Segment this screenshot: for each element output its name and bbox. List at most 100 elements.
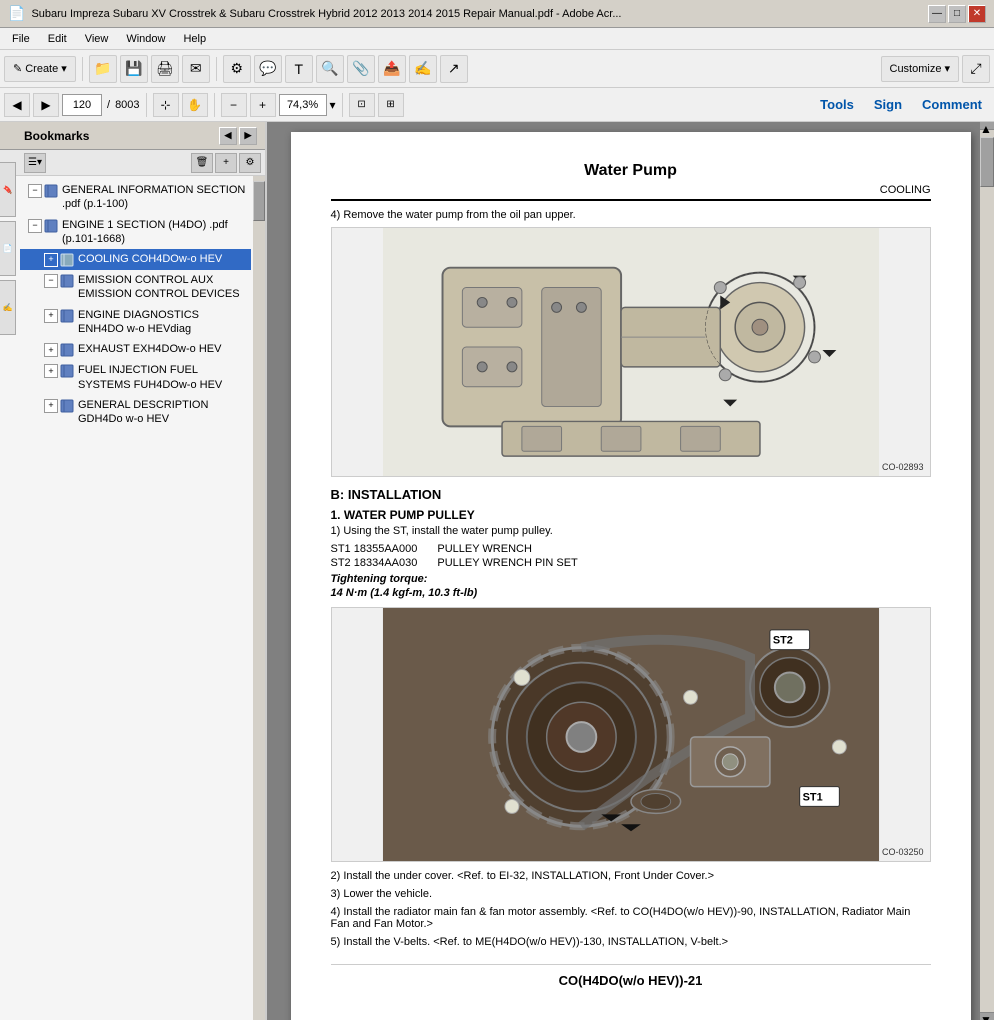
title-bar: 📄 Subaru Impreza Subaru XV Crosstrek & S… xyxy=(0,0,994,28)
bookmark-expander-fuel-injection[interactable]: + xyxy=(44,364,58,378)
engine-svg-1 xyxy=(332,228,930,476)
sidebar: 🔖 📄 ✍ Bookmarks ◀ ▶ ☰▾ 🗑 + ⚙ −GEN xyxy=(0,122,267,1020)
menu-window[interactable]: Window xyxy=(118,31,173,47)
bookmark-text-engine-diag: ENGINE DIAGNOSTICS ENH4DO w-o HEVdiag xyxy=(78,308,247,337)
bookmark-item-general-info[interactable]: − GENERAL INFORMATION SECTION .pdf (p.1-1… xyxy=(20,180,251,215)
pdf-scroll-down[interactable]: ▼ xyxy=(980,1012,994,1020)
tightening-torque-label: Tightening torque: xyxy=(331,573,931,585)
sidebar-menu-button[interactable]: ☰▾ xyxy=(24,153,46,173)
bookmark-expander-engine-diag[interactable]: + xyxy=(44,309,58,323)
diagram1-label: CO-02893 xyxy=(882,462,924,472)
page-total: 8003 xyxy=(115,99,139,111)
pdf-scrollbar-thumb[interactable] xyxy=(980,137,994,187)
pdf-scrollbar[interactable]: ▲ ▼ xyxy=(980,122,994,1020)
window-controls[interactable]: — □ ✕ xyxy=(928,5,986,23)
step2-text: 2) Install the under cover. <Ref. to EI-… xyxy=(331,870,931,882)
sidebar-title: Bookmarks xyxy=(24,129,219,143)
svg-text:ST2: ST2 xyxy=(772,635,792,647)
bookmark-item-engine1[interactable]: −ENGINE 1 SECTION (H4DO) .pdf (p.101-166… xyxy=(20,215,251,250)
menu-help[interactable]: Help xyxy=(175,31,214,47)
bookmark-text-general-desc: GENERAL DESCRIPTION GDH4Do w-o HEV xyxy=(78,398,247,427)
minimize-button[interactable]: — xyxy=(928,5,946,23)
bookmarks-container: − GENERAL INFORMATION SECTION .pdf (p.1-1… xyxy=(20,180,251,430)
sidebar-add-button[interactable]: + xyxy=(215,153,237,173)
toolbar: ✎ Create ▾ 📁 💾 🖨 ✉ ⚙ 💬 T 🔍 📎 📤 ✍ ↗ Custo… xyxy=(0,50,994,88)
sign-button[interactable]: Sign xyxy=(866,95,910,114)
sidebar-delete-button[interactable]: 🗑 xyxy=(191,153,213,173)
export-button[interactable]: 📤 xyxy=(378,55,406,83)
create-dropdown-icon: ▾ xyxy=(61,62,67,75)
settings-button[interactable]: ⚙ xyxy=(223,55,251,83)
st1-code: ST1 18355AA000 xyxy=(331,543,418,555)
email-button[interactable]: ✉ xyxy=(182,55,210,83)
search-button[interactable]: 🔍 xyxy=(316,55,344,83)
maximize-button[interactable]: □ xyxy=(948,5,966,23)
sidebar-scrollbar[interactable] xyxy=(253,176,265,1020)
select-tool-button[interactable]: ⊹ xyxy=(153,93,179,117)
bookmark-item-cooling[interactable]: +COOLING COH4DOw-o HEV xyxy=(20,249,251,270)
sidebar-options-button[interactable]: ⚙ xyxy=(239,153,261,173)
share-button[interactable]: ↗ xyxy=(440,55,468,83)
bookmark-item-engine-diag[interactable]: + ENGINE DIAGNOSTICS ENH4DO w-o HEVdiag xyxy=(20,305,251,340)
sidebar-scrollbar-thumb[interactable] xyxy=(253,181,265,221)
sidebar-expand-button[interactable]: ▶ xyxy=(239,127,257,145)
save-button[interactable]: 💾 xyxy=(120,55,148,83)
zoom-out-button[interactable]: − xyxy=(221,93,247,117)
zoom-input[interactable] xyxy=(279,94,327,116)
attach-button[interactable]: 📎 xyxy=(347,55,375,83)
tools-button[interactable]: Tools xyxy=(812,95,862,114)
bookmark-text-emission: EMISSION CONTROL AUX EMISSION CONTROL DE… xyxy=(78,273,247,302)
bookmark-expander-general-desc[interactable]: + xyxy=(44,399,58,413)
customize-dropdown-icon: ▾ xyxy=(944,62,950,75)
sidebar-header-controls[interactable]: ◀ ▶ xyxy=(219,127,257,145)
bookmark-item-general-desc[interactable]: + GENERAL DESCRIPTION GDH4Do w-o HEV xyxy=(20,395,251,430)
step5-text: 5) Install the V-belts. <Ref. to ME(H4DO… xyxy=(331,936,931,948)
bookmark-item-emission[interactable]: − EMISSION CONTROL AUX EMISSION CONTROL D… xyxy=(20,270,251,305)
open-button[interactable]: 📁 xyxy=(89,55,117,83)
create-button[interactable]: ✎ Create ▾ xyxy=(4,56,76,82)
engine-diagram-2: ST2 ST1 xyxy=(331,607,931,862)
bookmark-icon-cooling xyxy=(60,253,74,267)
bookmark-expander-engine1[interactable]: − xyxy=(28,219,42,233)
comment-button[interactable]: Comment xyxy=(914,95,990,114)
zoom-in-button[interactable]: + xyxy=(250,93,276,117)
highlight-button[interactable]: T xyxy=(285,55,313,83)
nav-back-button[interactable]: ◀ xyxy=(4,93,30,117)
page-number-input[interactable] xyxy=(62,94,102,116)
hand-tool-button[interactable]: ✋ xyxy=(182,93,208,117)
menu-file[interactable]: File xyxy=(4,31,38,47)
bookmark-item-fuel-injection[interactable]: + FUEL INJECTION FUEL SYSTEMS FUH4DOw-o H… xyxy=(20,360,251,395)
bookmark-expander-general-info[interactable]: − xyxy=(28,184,42,198)
sidebar-tab-signatures[interactable]: ✍ xyxy=(0,280,16,335)
customize-button[interactable]: Customize ▾ xyxy=(881,56,960,82)
diagram2-label: CO-03250 xyxy=(882,847,924,857)
close-button[interactable]: ✕ xyxy=(968,5,986,23)
sidebar-toolbar: ☰▾ 🗑 + ⚙ xyxy=(0,150,265,176)
sidebar-tab-bookmarks[interactable]: 🔖 xyxy=(0,162,16,217)
st-codes: ST1 18355AA000 PULLEY WRENCH ST2 18334AA… xyxy=(331,543,931,569)
menu-view[interactable]: View xyxy=(77,31,117,47)
nav-forward-button[interactable]: ▶ xyxy=(33,93,59,117)
sidebar-collapse-button[interactable]: ◀ xyxy=(219,127,237,145)
sidebar-tab-pages[interactable]: 📄 xyxy=(0,221,16,276)
bookmark-item-exhaust[interactable]: +EXHAUST EXH4DOw-o HEV xyxy=(20,339,251,360)
bookmark-expander-exhaust[interactable]: + xyxy=(44,343,58,357)
menu-edit[interactable]: Edit xyxy=(40,31,75,47)
bookmark-text-general-info: GENERAL INFORMATION SECTION .pdf (p.1-10… xyxy=(62,183,247,212)
fit-page-button[interactable]: ⊡ xyxy=(349,93,375,117)
bookmark-icon-engine-diag xyxy=(60,309,74,323)
sign-tool-button[interactable]: ✍ xyxy=(409,55,437,83)
pdf-scroll-up[interactable]: ▲ xyxy=(980,122,994,130)
nav-divider-2 xyxy=(214,93,215,117)
comment-tool-button[interactable]: 💬 xyxy=(254,55,282,83)
bookmark-expander-emission[interactable]: − xyxy=(44,274,58,288)
sidebar-header: Bookmarks ◀ ▶ xyxy=(0,122,265,150)
print-button[interactable]: 🖨 xyxy=(151,55,179,83)
expand-button[interactable]: ⤢ xyxy=(962,55,990,83)
bookmark-icon-fuel-injection xyxy=(60,364,74,378)
toolbar-divider-1 xyxy=(82,57,83,81)
fit-width-button[interactable]: ⊞ xyxy=(378,93,404,117)
bookmark-expander-cooling[interactable]: + xyxy=(44,253,58,267)
bookmark-text-fuel-injection: FUEL INJECTION FUEL SYSTEMS FUH4DOw-o HE… xyxy=(78,363,247,392)
zoom-dropdown-icon[interactable]: ▾ xyxy=(330,98,336,112)
